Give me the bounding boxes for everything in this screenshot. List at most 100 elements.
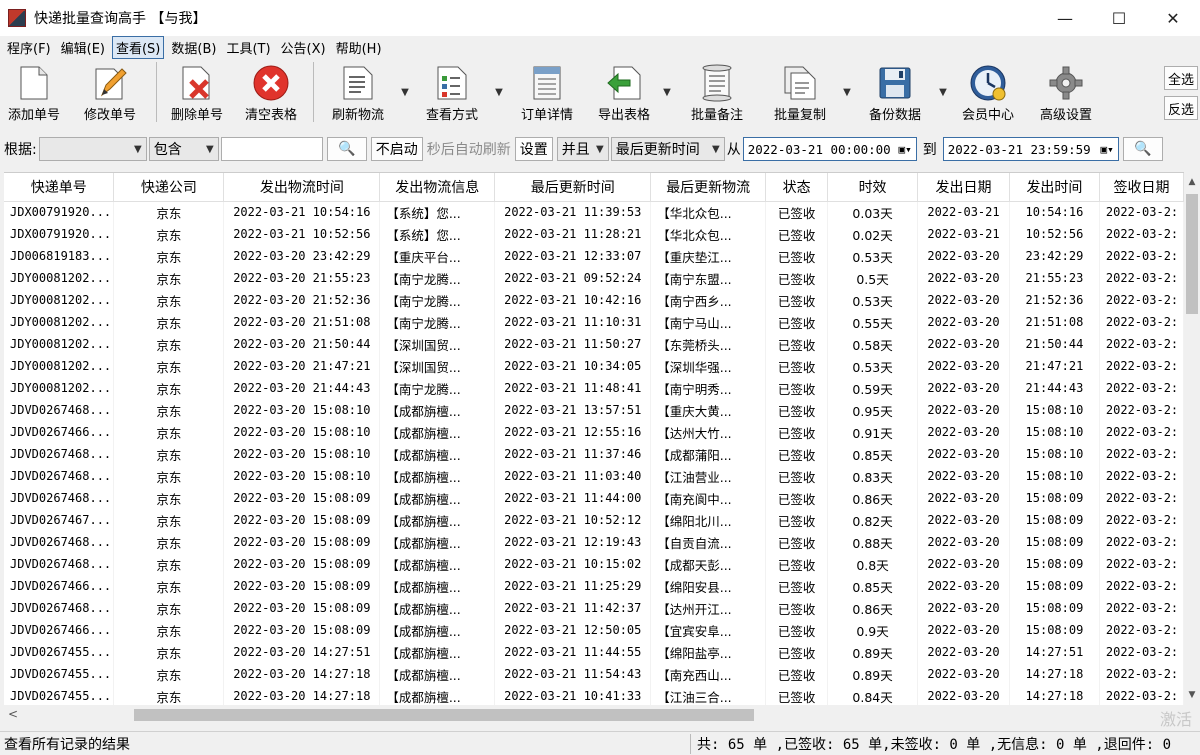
ship-date-cell: 2022-03-20 (917, 289, 1010, 311)
column-header[interactable]: 状态 (765, 173, 829, 202)
table-row[interactable]: JDY00081202... 京东 2022-03-20 21:50:44 【深圳国贸… (4, 333, 1184, 355)
horizontal-scrollbar[interactable]: < (4, 705, 1184, 725)
edit-number-button[interactable]: 修改单号 (68, 58, 152, 126)
horizontal-scroll-thumb[interactable] (134, 709, 754, 721)
backup-data-button[interactable]: 备份数据 (854, 58, 936, 126)
ship-time-cell: 2022-03-20 14:27:51 (223, 641, 381, 663)
column-header[interactable]: 最后更新物流 (650, 173, 767, 202)
column-header[interactable]: 快递单号 (4, 173, 115, 202)
logic-select[interactable]: 并且 ▼ (556, 137, 609, 161)
menu-edit[interactable]: 编辑(E) (58, 37, 108, 58)
tracking-number-cell: JDY00081202... (4, 267, 115, 289)
maximize-button[interactable]: ☐ (1092, 0, 1146, 36)
ship-clock-cell: 15:08:10 (1009, 421, 1100, 443)
add-number-button[interactable]: 添加单号 (0, 58, 68, 126)
time-field-select[interactable]: 最后更新时间 ▼ (610, 137, 725, 161)
ship-clock-cell: 10:54:16 (1009, 201, 1100, 223)
auto-refresh-toggle[interactable]: 不启动 (370, 137, 423, 161)
table-row[interactable]: JDVD0267455... 京东 2022-03-20 14:27:18 【成都旃檀… (4, 663, 1184, 685)
export-table-button[interactable]: 导出表格 (588, 58, 660, 126)
table-row[interactable]: JDVD0267466... 京东 2022-03-20 15:08:10 【成都旃檀… (4, 421, 1184, 443)
keyword-input[interactable] (220, 137, 323, 161)
refresh-logistics-button[interactable]: 刷新物流 (318, 58, 398, 126)
table-row[interactable]: JDVD0267466... 京东 2022-03-20 15:08:09 【成都旃檀… (4, 619, 1184, 641)
table-row[interactable]: JDVD0267468... 京东 2022-03-20 15:08:10 【成都旃檀… (4, 443, 1184, 465)
ship-time-cell: 2022-03-21 10:54:16 (223, 201, 381, 223)
close-button[interactable]: ✕ (1146, 0, 1200, 36)
table-row[interactable]: JDVD0267455... 京东 2022-03-20 14:27:51 【成都旃檀… (4, 641, 1184, 663)
table-row[interactable]: JDY00081202... 京东 2022-03-20 21:55:23 【南宁龙腾… (4, 267, 1184, 289)
settings-button[interactable]: 设置 (514, 137, 553, 161)
table-row[interactable]: JDVD0267466... 京东 2022-03-20 15:08:09 【成都旃檀… (4, 575, 1184, 597)
advanced-settings-button[interactable]: 高级设置 (1026, 58, 1106, 126)
scroll-left-icon[interactable]: < (8, 707, 18, 721)
member-center-button[interactable]: 会员中心 (950, 58, 1026, 126)
table-row[interactable]: JDVD0267468... 京东 2022-03-20 15:08:09 【成都旃檀… (4, 597, 1184, 619)
column-header[interactable]: 最后更新时间 (494, 173, 652, 202)
column-header[interactable]: 发出物流信息 (379, 173, 496, 202)
table-row[interactable]: JDVD0267455... 京东 2022-03-20 14:27:18 【成都旃檀… (4, 685, 1184, 705)
table-row[interactable]: JDVD0267468... 京东 2022-03-20 15:08:10 【成都旃檀… (4, 465, 1184, 487)
duration-cell: 0.8天 (827, 553, 919, 575)
table-row[interactable]: JDX00791920... 京东 2022-03-21 10:54:16 【系统】您… (4, 201, 1184, 223)
table-row[interactable]: JDY00081202... 京东 2022-03-20 21:51:08 【南宁龙腾… (4, 311, 1184, 333)
results-table[interactable]: 快递单号 快递公司 发出物流时间 发出物流信息 最后更新时间 最后更新物流 状态 时效 发出日期… (4, 172, 1184, 705)
ship-clock-cell: 15:08:09 (1009, 553, 1100, 575)
sign-date-cell: 2022-03-2: (1099, 619, 1184, 641)
search-button[interactable]: 🔍 (326, 137, 367, 161)
batch-note-button[interactable]: 批量备注 (674, 58, 760, 126)
menu-data[interactable]: 数据(B) (168, 37, 219, 58)
menu-tools[interactable]: 工具(T) (223, 37, 273, 58)
column-header[interactable]: 签收日期 (1099, 173, 1184, 202)
table-row[interactable]: JDY00081202... 京东 2022-03-20 21:47:21 【深圳国贸… (4, 355, 1184, 377)
table-row[interactable]: JDVD0267467... 京东 2022-03-20 15:08:09 【成都旃檀… (4, 509, 1184, 531)
match-select[interactable]: 包含 ▼ (148, 137, 219, 161)
scroll-down-icon[interactable]: ▼ (1184, 687, 1200, 703)
ship-clock-cell: 15:08:09 (1009, 575, 1100, 597)
batch-copy-button[interactable]: 批量复制 (760, 58, 840, 126)
scroll-up-icon[interactable]: ▲ (1184, 174, 1200, 190)
refresh-dropdown-arrow[interactable]: ▼ (398, 58, 412, 126)
menu-program[interactable]: 程序(F) (4, 37, 54, 58)
table-row[interactable]: JDVD0267468... 京东 2022-03-20 15:08:09 【成都旃檀… (4, 487, 1184, 509)
vertical-scroll-thumb[interactable] (1186, 194, 1198, 314)
menu-help[interactable]: 帮助(H) (333, 37, 385, 58)
table-row[interactable]: JDVD0267468... 京东 2022-03-20 15:08:10 【成都旃檀… (4, 399, 1184, 421)
table-row[interactable]: JDVD0267468... 京东 2022-03-20 15:08:09 【成都旃檀… (4, 553, 1184, 575)
table-row[interactable]: JDX00791920... 京东 2022-03-21 10:52:56 【系统】您… (4, 223, 1184, 245)
column-header[interactable]: 发出日期 (917, 173, 1010, 202)
batch-copy-dropdown-arrow[interactable]: ▼ (840, 58, 854, 126)
column-header[interactable]: 发出物流时间 (223, 173, 381, 202)
table-row[interactable]: JDVD0267468... 京东 2022-03-20 15:08:09 【成都旃檀… (4, 531, 1184, 553)
column-header[interactable]: 快递公司 (113, 173, 225, 202)
status-cell: 已签收 (765, 355, 829, 377)
table-row[interactable]: JDY00081202... 京东 2022-03-20 21:44:43 【南宁龙腾… (4, 377, 1184, 399)
view-mode-dropdown-arrow[interactable]: ▼ (492, 58, 506, 126)
duration-cell: 0.91天 (827, 421, 919, 443)
minimize-button[interactable]: — (1038, 0, 1092, 36)
ship-clock-cell: 15:08:10 (1009, 443, 1100, 465)
select-all-button[interactable]: 全选 (1164, 66, 1198, 90)
invert-selection-button[interactable]: 反选 (1164, 96, 1198, 120)
order-detail-button[interactable]: 订单详情 (506, 58, 588, 126)
view-mode-button[interactable]: 查看方式 (412, 58, 492, 126)
column-header[interactable]: 时效 (827, 173, 919, 202)
sign-date-cell: 2022-03-2: (1099, 575, 1184, 597)
basis-select[interactable]: ▼ (38, 137, 147, 161)
table-row[interactable]: JD006819183... 京东 2022-03-20 23:42:29 【重庆平台… (4, 245, 1184, 267)
menu-notice[interactable]: 公告(X) (278, 37, 329, 58)
date-search-button[interactable]: 🔍 (1122, 137, 1163, 161)
menu-view[interactable]: 查看(S) (111, 35, 165, 59)
last-update-info-cell: 【华北众包... (650, 201, 767, 223)
delete-number-button[interactable]: 删除单号 (161, 58, 233, 126)
vertical-scrollbar[interactable]: ▲ ▼ (1184, 172, 1200, 705)
courier-cell: 京东 (113, 377, 225, 399)
table-row[interactable]: JDY00081202... 京东 2022-03-20 21:52:36 【南宁龙腾… (4, 289, 1184, 311)
backup-dropdown-arrow[interactable]: ▼ (936, 58, 950, 126)
export-dropdown-arrow[interactable]: ▼ (660, 58, 674, 126)
clear-table-button[interactable]: 清空表格 (233, 58, 309, 126)
to-date-picker[interactable]: 2022-03-21 23:59:59 ▣▾ (942, 137, 1119, 161)
from-date-picker[interactable]: 2022-03-21 00:00:00 ▣▾ (742, 137, 917, 161)
column-header[interactable]: 发出时间 (1009, 173, 1100, 202)
chevron-down-icon: ▼ (206, 143, 214, 155)
